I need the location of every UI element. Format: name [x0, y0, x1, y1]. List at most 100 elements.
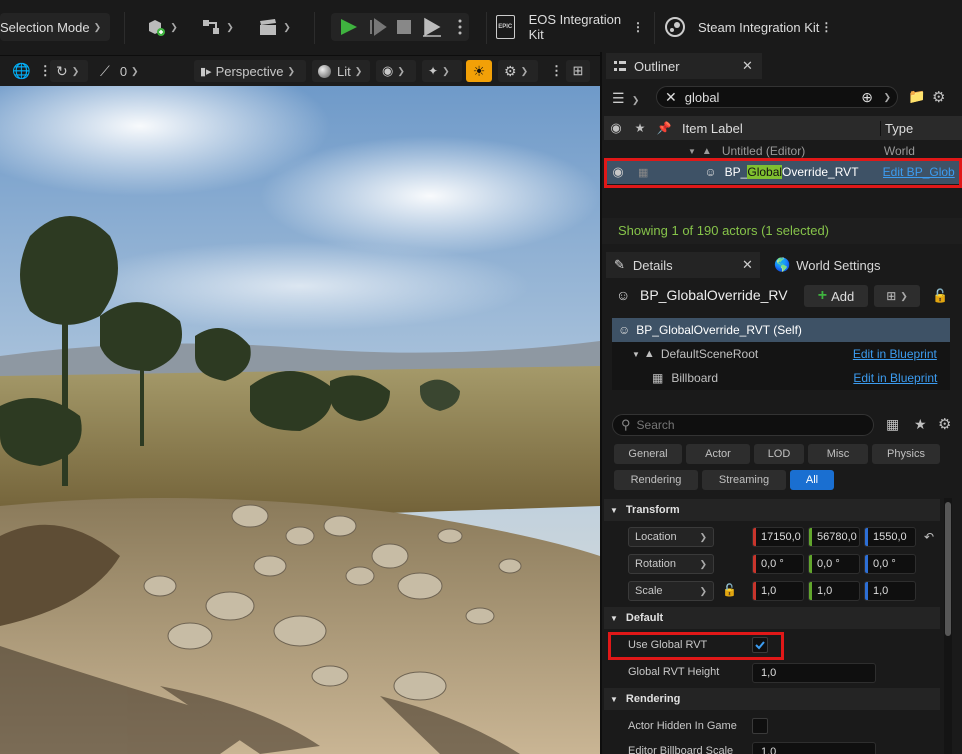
- viewport-scene[interactable]: [0, 86, 600, 754]
- scale-z-field[interactable]: 1,0: [864, 581, 916, 601]
- outliner-world-row[interactable]: ▼ ▲ Untitled (Editor) World: [604, 142, 962, 160]
- edit-in-blueprint-link[interactable]: Edit in Blueprint: [853, 347, 937, 361]
- table-view-icon[interactable]: ▦: [886, 416, 899, 433]
- blueprint-button[interactable]: ❯: [196, 13, 238, 41]
- tab-details[interactable]: ✎ Details: [606, 252, 760, 278]
- add-filter-icon[interactable]: ⊕: [861, 89, 873, 106]
- collapse-arrow-icon: ▼: [610, 505, 618, 515]
- edit-in-blueprint-link[interactable]: Edit in Blueprint: [853, 371, 937, 385]
- details-scrollbar-track[interactable]: [944, 498, 952, 754]
- actor-hidden-label: Actor Hidden In Game: [628, 720, 737, 732]
- show-flags-button[interactable]: ◉ ❯: [376, 60, 416, 82]
- new-folder-icon[interactable]: 📁: [908, 88, 925, 105]
- tab-label: Outliner: [634, 58, 680, 74]
- reset-arrow-icon[interactable]: ↶: [924, 530, 934, 544]
- global-rvt-height-field[interactable]: 1,0: [752, 663, 876, 683]
- viewport-settings-button[interactable]: ⚙ ❯: [498, 60, 538, 82]
- rotation-z-field[interactable]: 0,0 °: [864, 554, 916, 574]
- section-transform[interactable]: ▼ Transform: [604, 499, 940, 521]
- tab-outliner[interactable]: Outliner: [606, 53, 762, 79]
- chevron-down-icon: ❯: [354, 65, 363, 76]
- filter-general[interactable]: General: [614, 444, 682, 464]
- rotation-x-field[interactable]: 0,0 °: [752, 554, 804, 574]
- filter-lod[interactable]: LOD: [754, 444, 804, 464]
- lock-icon[interactable]: 🔓: [722, 583, 737, 597]
- chevron-down-icon: ❯: [283, 21, 291, 32]
- perspective-dropdown[interactable]: ▮▸ Perspective ❯: [194, 60, 306, 82]
- lock-icon[interactable]: 🔓: [932, 288, 948, 304]
- edit-blueprint-link[interactable]: Edit BP_Glob: [883, 165, 955, 179]
- selection-mode-label: Selection Mode: [0, 19, 90, 35]
- camera-icon: ▮▸: [200, 65, 212, 78]
- actor-hidden-checkbox[interactable]: [752, 718, 768, 734]
- outliner-filter-button[interactable]: ☰ ❯: [612, 90, 639, 107]
- search-placeholder: Search: [636, 418, 675, 432]
- details-scrollbar-thumb[interactable]: [945, 502, 951, 636]
- clear-search-icon[interactable]: ✕: [665, 89, 677, 106]
- col-type[interactable]: Type: [880, 120, 913, 136]
- transform-tools[interactable]: 🌐 ⋮: [0, 60, 52, 82]
- location-x-field[interactable]: 17150,0: [752, 527, 804, 547]
- more-icon: ⋮: [820, 20, 833, 34]
- steam-label: Steam Integration Kit: [698, 19, 820, 35]
- close-icon[interactable]: ✕: [742, 257, 753, 273]
- location-y-field[interactable]: 56780,0: [808, 527, 860, 547]
- filter-all[interactable]: All: [790, 470, 834, 490]
- gear-icon[interactable]: ⚙: [932, 88, 945, 106]
- component-self-row[interactable]: ☺ BP_GlobalOverride_RVT (Self): [612, 318, 950, 342]
- camera-speed-button[interactable]: ⟋ 0 ❯: [94, 60, 144, 82]
- actor-icon: ☺: [616, 287, 631, 303]
- component-billboard-row[interactable]: ▦ Billboard Edit in Blueprint: [612, 366, 950, 390]
- component-scene-root-row[interactable]: ▼ ▲ DefaultSceneRoot Edit in Blueprint: [612, 342, 950, 366]
- star-icon[interactable]: ★: [914, 416, 927, 433]
- filter-physics[interactable]: Physics: [872, 444, 940, 464]
- add-actor-button[interactable]: ❯: [140, 13, 182, 41]
- performance-button[interactable]: ✦ ❯: [422, 60, 462, 82]
- blueprint-options-button[interactable]: ⊞ ❯: [874, 285, 920, 307]
- filter-actor[interactable]: Actor: [686, 444, 750, 464]
- globe-icon: 🌐: [12, 63, 31, 80]
- section-rendering[interactable]: ▼ Rendering: [604, 688, 940, 710]
- star-col-icon[interactable]: ★: [628, 121, 652, 135]
- realtime-toggle[interactable]: ☀: [466, 60, 492, 82]
- expand-arrow-icon[interactable]: ▼: [688, 147, 696, 156]
- eos-integration-kit-button[interactable]: EPIC EOS Integration Kit ⋮: [496, 12, 644, 42]
- details-search-input[interactable]: ⚲ Search: [612, 414, 874, 436]
- viewport-options-button[interactable]: ⋮: [544, 60, 563, 82]
- cinematics-button[interactable]: ❯: [252, 13, 296, 41]
- use-global-rvt-checkbox[interactable]: [752, 637, 768, 653]
- checkmark-icon: [755, 641, 765, 650]
- location-dropdown[interactable]: Location ❯: [628, 527, 714, 547]
- steam-integration-kit-button[interactable]: Steam Integration Kit ⋮: [664, 13, 834, 41]
- tab-world-settings[interactable]: 🌎 World Settings: [766, 252, 906, 278]
- eye-icon[interactable]: ◉: [606, 164, 630, 180]
- scale-y-field[interactable]: 1,0: [808, 581, 860, 601]
- chevron-down-icon: ❯: [93, 21, 102, 32]
- section-default[interactable]: ▼ Default: [604, 607, 940, 629]
- rotation-dropdown[interactable]: Rotation ❯: [628, 554, 714, 574]
- expand-arrow-icon[interactable]: ▼: [632, 350, 640, 359]
- add-component-button[interactable]: + Add: [804, 285, 868, 307]
- gear-icon[interactable]: ⚙: [938, 415, 951, 433]
- pin-col-icon[interactable]: 📌: [652, 121, 676, 135]
- scale-x-field[interactable]: 1,0: [752, 581, 804, 601]
- level-viewport[interactable]: 🌐 ⋮ ↻ ❯ ⟋ 0 ❯ ▮▸ Perspective ❯ Lit ❯ ◉ ❯…: [0, 56, 600, 754]
- details-actor-name[interactable]: BP_GlobalOverride_RV: [640, 287, 788, 303]
- scale-dropdown[interactable]: Scale ❯: [628, 581, 714, 601]
- close-icon[interactable]: ✕: [742, 58, 753, 74]
- view-mode-dropdown[interactable]: Lit ❯: [312, 60, 370, 82]
- chevron-down-icon[interactable]: ❯: [883, 92, 891, 103]
- rotation-y-field[interactable]: 0,0 °: [808, 554, 860, 574]
- outliner-search-input[interactable]: ✕ global ⊕ ❯: [656, 86, 898, 108]
- visibility-col-icon[interactable]: ◉: [604, 120, 628, 136]
- col-item-label[interactable]: Item Label: [682, 121, 880, 136]
- filter-rendering[interactable]: Rendering: [614, 470, 698, 490]
- location-z-field[interactable]: 1550,0: [864, 527, 916, 547]
- snap-rotation-button[interactable]: ↻ ❯: [50, 60, 88, 82]
- layout-button[interactable]: ⊞: [566, 60, 590, 82]
- selection-mode-dropdown[interactable]: Selection Mode ❯: [0, 13, 110, 41]
- filter-streaming[interactable]: Streaming: [702, 470, 786, 490]
- billboard-scale-field[interactable]: 1,0: [752, 742, 876, 754]
- outliner-actor-row[interactable]: ◉ ▦ ☺ BP_GlobalOverride_RVT Edit BP_Glob: [604, 160, 962, 184]
- filter-misc[interactable]: Misc: [808, 444, 868, 464]
